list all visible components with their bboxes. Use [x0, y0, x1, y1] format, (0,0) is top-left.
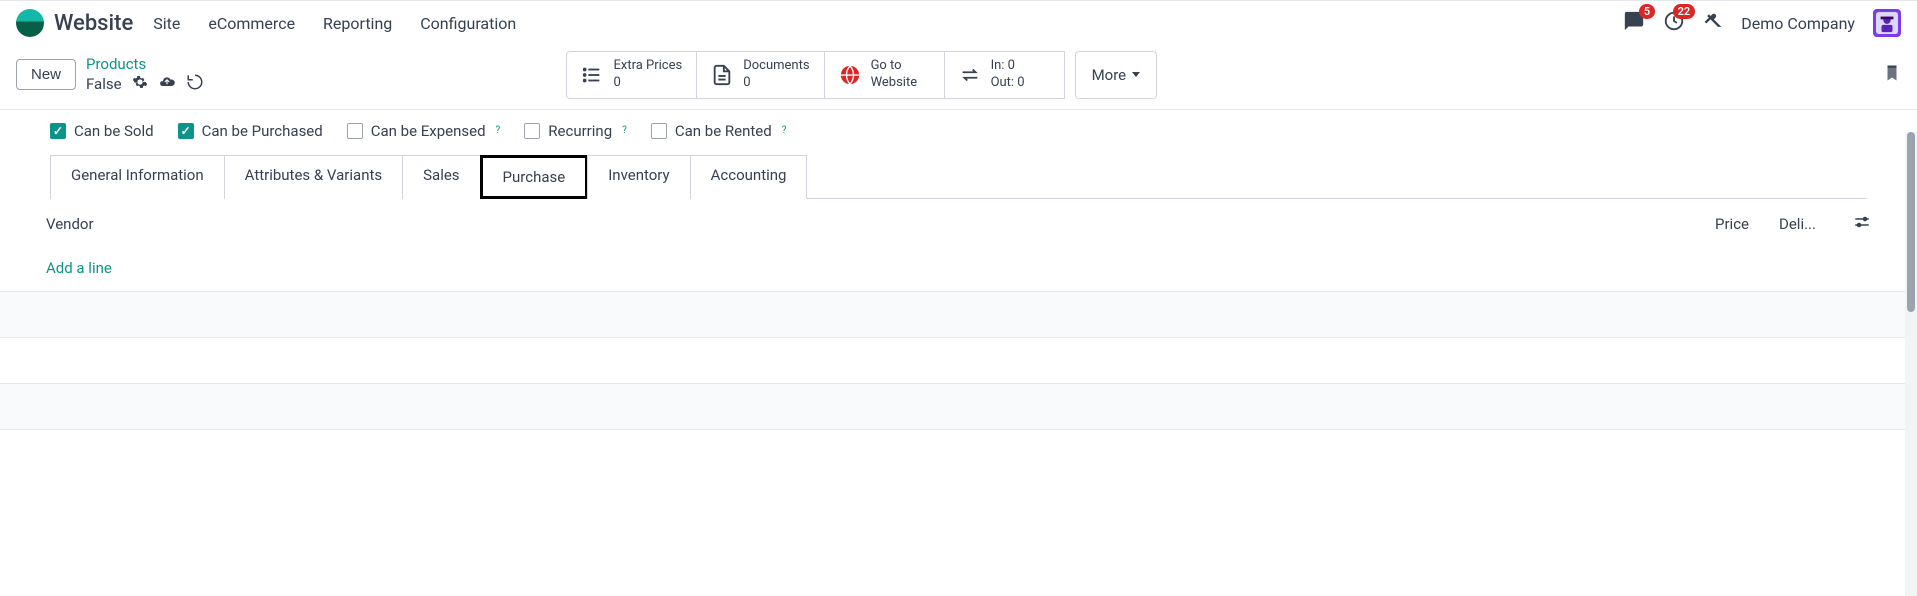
column-delivery[interactable]: Deli... — [1779, 215, 1839, 233]
product-options-row: Can be Sold Can be Purchased Can be Expe… — [20, 110, 1897, 154]
stat-documents-label: Documents — [743, 58, 809, 75]
scrollbar[interactable] — [1905, 132, 1917, 596]
app-logo[interactable] — [16, 9, 44, 37]
settings-button[interactable] — [132, 74, 148, 94]
stat-extra-prices-value: 0 — [613, 75, 682, 92]
tab-accounting[interactable]: Accounting — [690, 155, 808, 199]
stat-go-website[interactable]: Go to Website — [825, 51, 945, 99]
stat-extra-prices[interactable]: Extra Prices 0 — [566, 51, 697, 99]
user-avatar[interactable] — [1873, 9, 1901, 37]
check-rented-label: Can be Rented — [675, 122, 772, 140]
nav-reporting[interactable]: Reporting — [323, 14, 392, 33]
bookmark-button[interactable] — [1883, 62, 1901, 88]
stat-out-label: Out: 0 — [991, 75, 1025, 92]
check-purchased-label: Can be Purchased — [202, 122, 323, 140]
tools-icon — [1703, 11, 1723, 31]
gear-icon — [132, 74, 148, 90]
check-can-be-sold[interactable]: Can be Sold — [50, 122, 154, 140]
document-icon — [711, 64, 733, 86]
vendor-table: Vendor Price Deli... Add a line — [0, 199, 1917, 475]
checkbox-icon — [524, 123, 540, 139]
bookmark-icon — [1883, 62, 1901, 84]
nav-site[interactable]: Site — [153, 14, 180, 33]
stat-documents-value: 0 — [743, 75, 809, 92]
stat-buttons: Extra Prices 0 Documents 0 Go to Website… — [566, 51, 1157, 99]
list-icon — [581, 64, 603, 86]
scrollbar-thumb[interactable] — [1907, 132, 1915, 312]
activities-badge: 22 — [1673, 4, 1696, 19]
stat-in-label: In: 0 — [991, 58, 1025, 75]
table-columns-settings[interactable] — [1853, 213, 1871, 235]
table-row — [0, 291, 1917, 337]
add-line-button[interactable]: Add a line — [46, 259, 112, 277]
company-switcher[interactable]: Demo Company — [1741, 14, 1855, 33]
breadcrumb: Products False — [86, 55, 204, 95]
check-can-be-rented[interactable]: Can be Rented? — [651, 122, 787, 140]
check-recurring-label: Recurring — [548, 122, 612, 140]
table-row — [0, 429, 1917, 475]
check-sold-label: Can be Sold — [74, 122, 154, 140]
nav-configuration[interactable]: Configuration — [420, 14, 516, 33]
cloud-upload-button[interactable] — [158, 73, 176, 95]
check-can-be-purchased[interactable]: Can be Purchased — [178, 122, 323, 140]
column-vendor[interactable]: Vendor — [46, 215, 1669, 233]
stat-go-to-label: Go to — [871, 58, 918, 75]
checkbox-icon — [651, 123, 667, 139]
breadcrumb-parent[interactable]: Products — [86, 55, 204, 73]
top-nav: Website Site eCommerce Reporting Configu… — [0, 0, 1917, 45]
app-title[interactable]: Website — [54, 11, 133, 36]
check-expensed-label: Can be Expensed — [371, 122, 486, 140]
sliders-icon — [1853, 213, 1871, 231]
stat-documents[interactable]: Documents 0 — [697, 51, 824, 99]
checkbox-icon — [178, 123, 194, 139]
table-row: Add a line — [0, 249, 1917, 291]
help-icon[interactable]: ? — [496, 125, 501, 136]
check-recurring[interactable]: Recurring? — [524, 122, 627, 140]
debug-button[interactable] — [1703, 11, 1723, 35]
help-icon[interactable]: ? — [622, 125, 627, 136]
table-row — [0, 337, 1917, 383]
discard-button[interactable] — [186, 73, 204, 95]
activities-button[interactable]: 22 — [1663, 10, 1685, 36]
globe-icon — [839, 64, 861, 86]
messages-badge: 5 — [1639, 4, 1655, 19]
caret-down-icon — [1132, 72, 1140, 77]
product-tabs: General Information Attributes & Variant… — [50, 154, 1867, 199]
more-label: More — [1092, 66, 1127, 84]
transfer-icon — [959, 64, 981, 86]
stat-extra-prices-label: Extra Prices — [613, 58, 682, 75]
nav-ecommerce[interactable]: eCommerce — [208, 14, 295, 33]
tab-sales[interactable]: Sales — [402, 155, 480, 199]
breadcrumb-current: False — [86, 75, 122, 93]
tab-purchase[interactable]: Purchase — [480, 155, 589, 199]
stat-website-label: Website — [871, 75, 918, 92]
table-row — [0, 383, 1917, 429]
avatar-icon — [1876, 12, 1898, 34]
checkbox-icon — [50, 123, 66, 139]
stat-in-out[interactable]: In: 0 Out: 0 — [945, 51, 1065, 99]
undo-icon — [186, 73, 204, 91]
check-can-be-expensed[interactable]: Can be Expensed? — [347, 122, 501, 140]
column-price[interactable]: Price — [1669, 215, 1749, 233]
cloud-icon — [158, 73, 176, 91]
checkbox-icon — [347, 123, 363, 139]
help-icon[interactable]: ? — [782, 125, 787, 136]
tab-inventory[interactable]: Inventory — [587, 155, 690, 199]
control-bar: New Products False Extra Prices 0 — [0, 45, 1917, 110]
tab-attributes-variants[interactable]: Attributes & Variants — [224, 155, 403, 199]
tab-general-information[interactable]: General Information — [50, 155, 225, 199]
content-area: Can be Sold Can be Purchased Can be Expe… — [0, 110, 1917, 199]
more-button[interactable]: More — [1075, 51, 1158, 99]
new-button[interactable]: New — [16, 59, 76, 90]
table-header-row: Vendor Price Deli... — [0, 199, 1917, 249]
messages-button[interactable]: 5 — [1623, 10, 1645, 36]
